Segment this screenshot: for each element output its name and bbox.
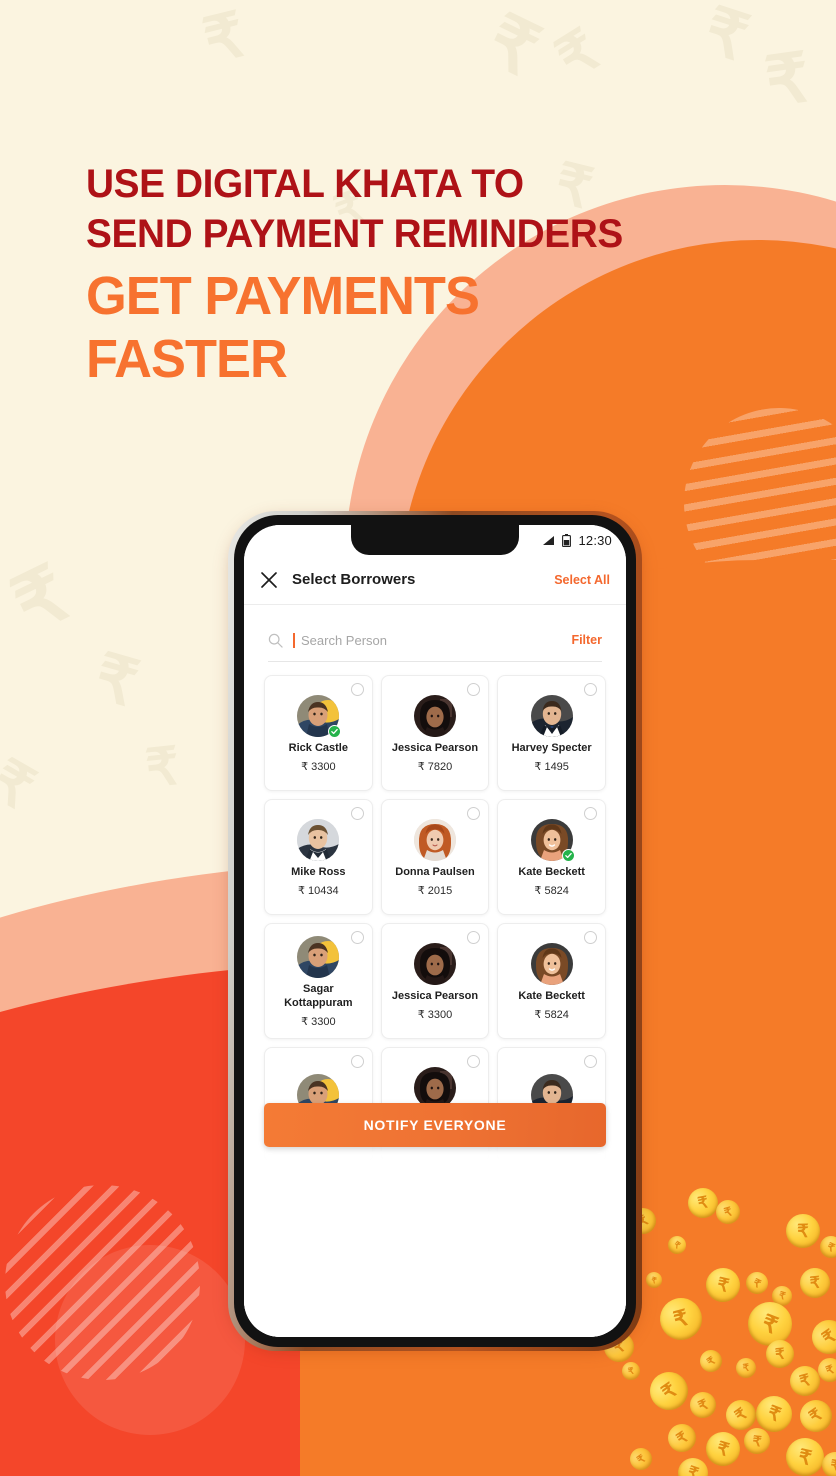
- avatar: [413, 695, 456, 738]
- borrower-card[interactable]: Rick Castle ₹ 3300: [264, 675, 373, 791]
- avatar: [413, 943, 456, 986]
- close-icon[interactable]: [260, 571, 278, 589]
- headline-line-3: GET PAYMENTS: [86, 266, 480, 327]
- borrower-card[interactable]: Harvey Specter ₹ 1495: [497, 675, 606, 791]
- avatar-image: [297, 936, 340, 979]
- status-time: 12:30: [578, 532, 612, 548]
- phone-body: 12:30 Select Borrowers Select All Search…: [234, 515, 636, 1347]
- borrower-name: Kate Beckett: [518, 866, 585, 879]
- headline-block: USE DIGITAL KHATA TO SEND PAYMENT REMIND…: [86, 160, 726, 390]
- avatar-image: [413, 695, 456, 738]
- avatar: [530, 943, 573, 986]
- borrower-amount: ₹ 10434: [298, 884, 339, 897]
- decor-striped-circle-bottom: [5, 1185, 200, 1380]
- borrower-card[interactable]: Mike Ross ₹ 10434: [264, 799, 373, 915]
- verified-badge-icon: [328, 725, 342, 739]
- borrower-select-radio[interactable]: [467, 683, 481, 696]
- bottom-blank-area: [244, 1165, 626, 1337]
- avatar-image: [530, 695, 573, 738]
- phone-mockup: 12:30 Select Borrowers Select All Search…: [226, 505, 644, 1351]
- rupee-watermark: ₹: [143, 737, 183, 799]
- avatar: [530, 695, 573, 738]
- borrower-select-radio[interactable]: [467, 1055, 481, 1068]
- borrower-amount: ₹ 3300: [301, 1015, 336, 1028]
- rupee-watermark: ₹: [760, 39, 815, 121]
- select-all-button[interactable]: Select All: [554, 573, 610, 587]
- app-bar: Select Borrowers Select All: [244, 555, 626, 605]
- phone-notch: [351, 525, 519, 555]
- borrower-select-radio[interactable]: [350, 683, 364, 696]
- borrower-card[interactable]: Sagar Kottappuram ₹ 3300: [264, 923, 373, 1039]
- borrower-amount: ₹ 7820: [417, 760, 453, 773]
- search-bar: Filter: [244, 617, 626, 663]
- avatar-image: [297, 819, 340, 862]
- borrower-select-radio[interactable]: [467, 931, 481, 944]
- borrower-amount: ₹ 5824: [534, 1008, 569, 1021]
- borrower-amount: ₹ 2015: [417, 884, 453, 897]
- borrower-select-radio[interactable]: [583, 931, 597, 944]
- borrower-card[interactable]: Donna Paulsen ₹ 2015: [380, 799, 490, 915]
- avatar-image: [413, 943, 456, 986]
- headline-line-2: SEND PAYMENT REMINDERS: [86, 211, 623, 256]
- avatar: [297, 819, 340, 862]
- promo-poster: ₹ ₹ ₹ ₹ ₹ ₹ ₹ ₹ ₹ ₹ ₹ USE DIGITAL KHATA …: [0, 0, 836, 1476]
- borrower-select-radio[interactable]: [350, 807, 364, 820]
- borrower-name: Donna Paulsen: [395, 866, 475, 879]
- search-icon: [268, 633, 283, 648]
- search-input[interactable]: [301, 632, 562, 648]
- phone-screen: 12:30 Select Borrowers Select All Search…: [244, 525, 626, 1337]
- borrower-card[interactable]: Jessica Pearson ₹ 3300: [380, 923, 490, 1039]
- borrower-select-radio[interactable]: [350, 931, 364, 944]
- borrower-amount: ₹ 3300: [301, 760, 336, 773]
- avatar: [413, 819, 456, 862]
- headline-line-4: FASTER: [86, 328, 288, 389]
- borrower-name: Rick Castle: [288, 742, 348, 755]
- borrower-name: Kate Beckett: [518, 990, 585, 1003]
- avatar-image: [530, 943, 573, 986]
- borrower-name: Harvey Specter: [511, 742, 592, 755]
- borrower-grid: Rick Castle ₹ 3300 Jessica Pearson ₹ 7820 …: [264, 675, 606, 1163]
- borrower-select-radio[interactable]: [350, 1055, 364, 1068]
- avatar: [530, 819, 575, 863]
- borrower-select-radio[interactable]: [583, 807, 597, 820]
- battery-icon: [562, 533, 572, 547]
- borrower-select-radio[interactable]: [583, 683, 597, 696]
- borrower-name: Jessica Pearson: [391, 990, 479, 1003]
- notify-everyone-button[interactable]: NOTIFY EVERYONE: [264, 1103, 606, 1147]
- avatar: [297, 695, 342, 739]
- borrower-card[interactable]: Kate Beckett ₹ 5824: [497, 799, 606, 915]
- borrower-amount: ₹ 1495: [534, 760, 569, 773]
- borrower-name: Mike Ross: [291, 866, 346, 879]
- avatar: [297, 936, 340, 979]
- verified-badge-icon: [561, 849, 575, 863]
- borrower-card[interactable]: Kate Beckett ₹ 5824: [497, 923, 606, 1039]
- signal-bars-icon: [543, 535, 555, 545]
- borrower-name: Sagar Kottappuram: [284, 983, 353, 1009]
- search-divider: [268, 661, 602, 662]
- borrower-name: Jessica Pearson: [391, 742, 479, 755]
- avatar-image: [413, 819, 456, 862]
- search-caret: [293, 632, 295, 648]
- borrower-card[interactable]: Jessica Pearson ₹ 7820: [380, 675, 490, 791]
- borrower-amount: ₹ 5824: [534, 884, 569, 897]
- borrower-amount: ₹ 3300: [417, 1008, 453, 1021]
- headline-line-1: USE DIGITAL KHATA TO: [86, 162, 524, 206]
- page-title: Select Borrowers: [292, 571, 416, 588]
- borrower-select-radio[interactable]: [467, 807, 481, 820]
- filter-button[interactable]: Filter: [571, 633, 602, 647]
- borrower-select-radio[interactable]: [583, 1055, 597, 1068]
